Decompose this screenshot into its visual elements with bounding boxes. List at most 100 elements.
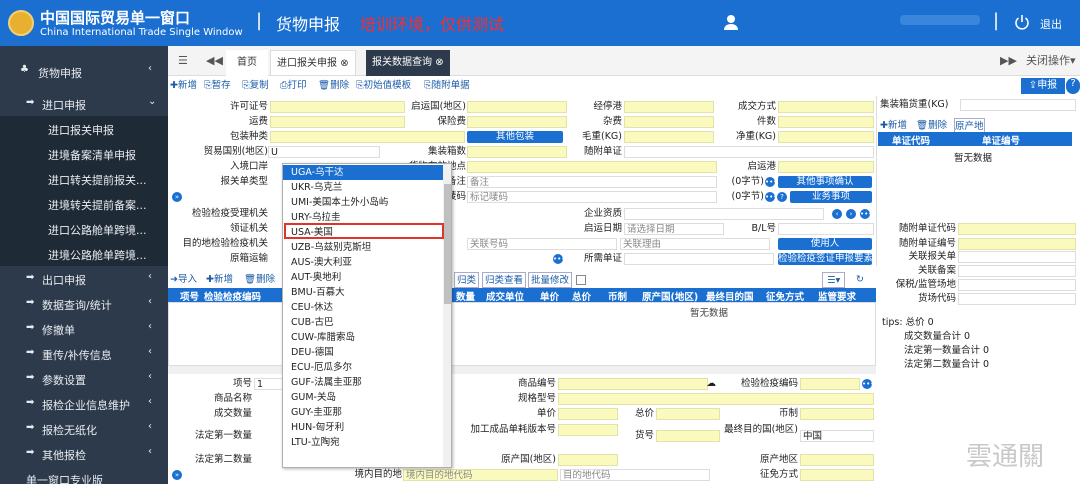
country-option[interactable]: BMU-百慕大 bbox=[283, 285, 443, 300]
related-record-input[interactable] bbox=[958, 265, 1076, 277]
sidebar-item-paperless[interactable]: ➡ 报检无纸化 ‹ bbox=[0, 416, 168, 441]
copy-button[interactable]: ⎘复制 bbox=[242, 78, 269, 94]
sidebar-item-params[interactable]: ➡ 参数设置 ‹ bbox=[0, 366, 168, 391]
country-option[interactable]: HUN-匈牙利 bbox=[283, 420, 443, 435]
sidebar-item-cargo-declare[interactable]: ♣ 货物申报 ‹ bbox=[0, 58, 168, 83]
final-dest-input[interactable]: 中国 bbox=[800, 430, 874, 442]
country-option[interactable]: GUM-关岛 bbox=[283, 390, 443, 405]
pieces-input[interactable] bbox=[778, 116, 874, 128]
refresh-icon[interactable]: ↻ bbox=[856, 272, 864, 288]
declare-button[interactable]: ⇪申报 bbox=[1021, 78, 1065, 94]
remark-input[interactable]: 备注 bbox=[467, 176, 717, 188]
tab-scroll-right-icon[interactable]: ▶▶ bbox=[1000, 46, 1017, 76]
trade-country-input[interactable]: U bbox=[268, 146, 380, 158]
dropdown-scroll-thumb[interactable] bbox=[444, 184, 451, 304]
misc-fee-input[interactable] bbox=[624, 116, 714, 128]
sidebar-item-import-transfer[interactable]: 进口转关提前报关... bbox=[0, 166, 168, 191]
country-option[interactable]: LTU-立陶宛 bbox=[283, 435, 443, 450]
spec-model-input[interactable] bbox=[558, 393, 874, 405]
license-no-input[interactable] bbox=[270, 101, 405, 113]
country-option[interactable]: UGA-乌干达 bbox=[283, 165, 443, 180]
batch-checkbox[interactable] bbox=[576, 275, 586, 285]
country-option[interactable]: DEU-德国 bbox=[283, 345, 443, 360]
more-icon-5[interactable]: ••• bbox=[862, 379, 874, 389]
related-decl-input[interactable] bbox=[958, 251, 1076, 263]
expand-icon-2[interactable]: » bbox=[172, 470, 182, 480]
package-type-input[interactable] bbox=[270, 131, 465, 143]
currency-input[interactable] bbox=[800, 408, 874, 420]
sidebar-item-enterprise[interactable]: ➡ 报检企业信息维护 ‹ bbox=[0, 391, 168, 416]
attached-cert-input[interactable] bbox=[624, 146, 874, 158]
country-option[interactable]: CUB-古巴 bbox=[283, 315, 443, 330]
container-count-input[interactable] bbox=[467, 146, 567, 158]
sidebar-item-entry-road[interactable]: 进境公路舱单跨境... bbox=[0, 241, 168, 266]
grid-add-button[interactable]: ✚新增 bbox=[206, 272, 233, 288]
origin-country-item-input[interactable] bbox=[558, 454, 618, 466]
user-icon[interactable] bbox=[722, 13, 740, 31]
grid-delete-button[interactable]: 🗑删除 bbox=[244, 272, 275, 288]
country-option[interactable]: AUT-奥地利 bbox=[283, 270, 443, 285]
next-icon[interactable]: › bbox=[846, 209, 856, 219]
processed-version-input[interactable] bbox=[558, 424, 618, 436]
container-weight-input[interactable] bbox=[960, 99, 1076, 111]
country-option[interactable]: UMI-美国本土外小岛屿 bbox=[283, 195, 443, 210]
sidebar-item-import-road[interactable]: 进口公路舱单跨境... bbox=[0, 216, 168, 241]
apply-insp-button[interactable]: 检验检疫签证申报要素 bbox=[778, 253, 873, 265]
sidebar-item-export[interactable]: ➡ 出口申报 ‹ bbox=[0, 266, 168, 291]
country-option[interactable]: GUY-圭亚那 bbox=[283, 405, 443, 420]
enterprise-qual-input[interactable] bbox=[624, 208, 824, 220]
tab-declare-query[interactable]: 报关数据查询 ⊗ bbox=[366, 50, 450, 76]
goods-no-input[interactable] bbox=[656, 430, 720, 442]
columns-menu-icon[interactable]: ☰▾ bbox=[822, 272, 846, 288]
item-no-input[interactable]: 1 bbox=[254, 378, 284, 390]
gross-weight-input[interactable] bbox=[624, 131, 714, 143]
bl-no-input[interactable] bbox=[778, 223, 874, 235]
sidebar-item-other-insp[interactable]: ➡ 其他报检 ‹ bbox=[0, 441, 168, 466]
insp-code-input[interactable] bbox=[800, 378, 860, 390]
close-icon[interactable]: ⊗ bbox=[435, 57, 443, 68]
total-price-input[interactable] bbox=[656, 408, 720, 420]
dest-domestic-input[interactable]: 境内目的地代码 bbox=[403, 469, 558, 481]
more-icon-4[interactable]: ••• bbox=[553, 254, 565, 264]
classify-button[interactable]: 归类 bbox=[454, 272, 480, 288]
help-icon[interactable]: ? bbox=[1066, 78, 1080, 94]
loading-place-input[interactable] bbox=[467, 161, 717, 173]
origin-region-input[interactable] bbox=[800, 454, 874, 466]
country-option[interactable]: CEU-休达 bbox=[283, 300, 443, 315]
goods-code-input[interactable] bbox=[558, 378, 708, 390]
sidebar-item-import-declare[interactable]: ➡ 进口申报 ⌄ bbox=[0, 91, 168, 116]
net-weight-input[interactable] bbox=[778, 131, 874, 143]
info-icon[interactable]: ? bbox=[777, 192, 787, 202]
yard-code-input[interactable] bbox=[958, 293, 1076, 305]
bonded-place-input[interactable] bbox=[958, 279, 1076, 291]
business-item-button[interactable]: 业务事项 bbox=[790, 191, 872, 203]
init-template-button[interactable]: ⎘初始值模板 bbox=[356, 78, 411, 94]
mark-no-input[interactable]: 标记唛码 bbox=[467, 191, 717, 203]
more-icon[interactable]: ••• bbox=[765, 177, 777, 187]
related-reason-input[interactable]: 关联理由 bbox=[620, 238, 770, 250]
attach-docs-button[interactable]: ⎘随附单据 bbox=[424, 78, 470, 94]
more-icon-3[interactable]: ••• bbox=[860, 209, 872, 219]
user-button[interactable]: 使用人 bbox=[778, 238, 872, 250]
sidebar-item-entry-transfer[interactable]: 进境转关提前备案... bbox=[0, 191, 168, 216]
insurance-input[interactable] bbox=[467, 116, 567, 128]
unit-price-input[interactable] bbox=[558, 408, 618, 420]
sidebar-item-resend[interactable]: ➡ 重传/补传信息 ‹ bbox=[0, 341, 168, 366]
classify-view-button[interactable]: 归类查看 bbox=[482, 272, 527, 288]
tab-scroll-left-icon[interactable]: ◀◀ bbox=[206, 46, 223, 76]
expand-icon[interactable]: » bbox=[172, 192, 182, 202]
close-icon[interactable]: ⊗ bbox=[340, 58, 348, 69]
attached-cert-no-input[interactable] bbox=[958, 238, 1076, 250]
sidebar-item-pro[interactable]: 单一窗口专业版 bbox=[0, 466, 168, 484]
country-option[interactable]: CUW-库腊索岛 bbox=[283, 330, 443, 345]
tab-import-declare[interactable]: 进口报关申报 ⊗ bbox=[270, 50, 356, 76]
tax-mode-input[interactable] bbox=[800, 469, 874, 481]
departure-date-input[interactable]: 请选择日期 bbox=[624, 223, 724, 235]
other-confirm-button[interactable]: 其他事项确认 bbox=[778, 176, 872, 188]
power-icon[interactable] bbox=[1014, 14, 1030, 30]
tab-home[interactable]: 首页 bbox=[226, 50, 268, 76]
menu-toggle-icon[interactable]: ☰ bbox=[178, 46, 188, 76]
dest-code-input[interactable]: 目的地代码 bbox=[560, 469, 710, 481]
transit-port-input[interactable] bbox=[624, 101, 714, 113]
cloud-icon[interactable]: ☁ bbox=[704, 378, 717, 390]
